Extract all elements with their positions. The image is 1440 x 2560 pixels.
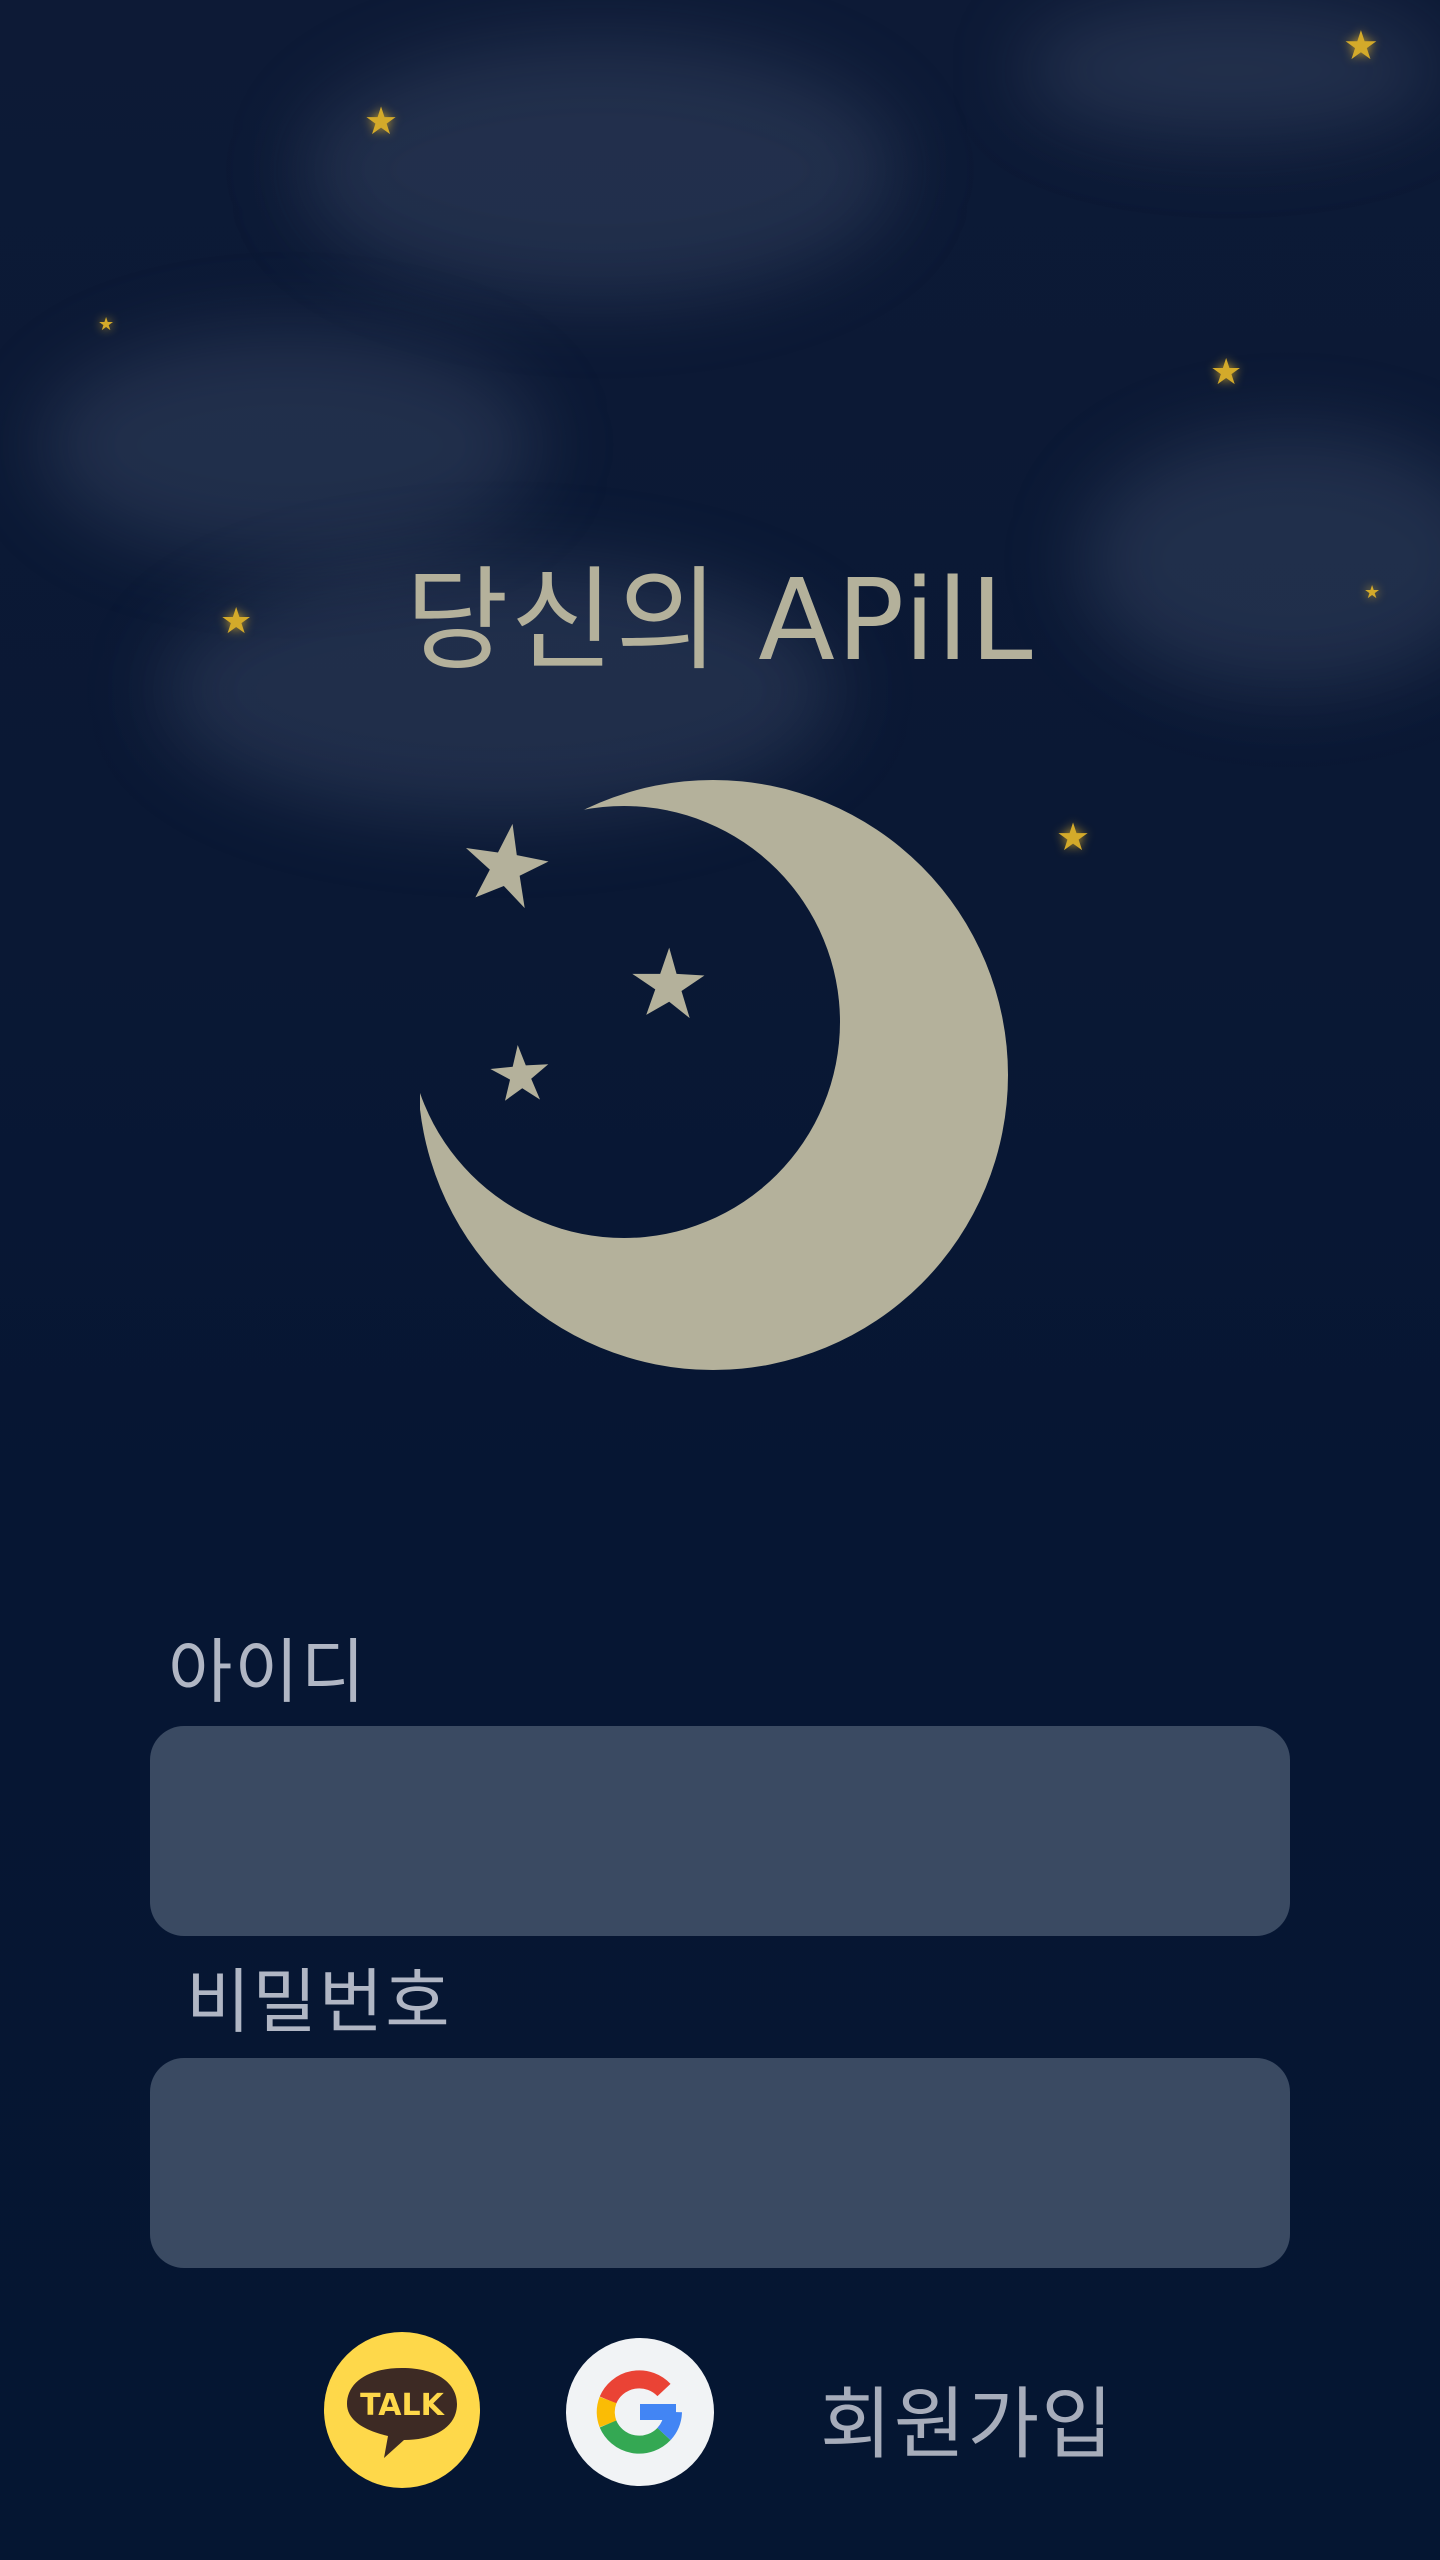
- cloud: [40, 330, 540, 560]
- kakao-login-button[interactable]: TALK: [324, 2332, 480, 2488]
- moon-logo-icon: [420, 780, 1008, 1370]
- signup-link[interactable]: 회원가입: [820, 2362, 1115, 2474]
- star-icon: ★: [1056, 815, 1091, 859]
- star-icon: ★: [1343, 23, 1379, 69]
- star-icon: ★: [98, 314, 115, 335]
- star-icon: ★: [364, 99, 399, 143]
- cloud: [1020, 0, 1440, 140]
- google-icon: [596, 2370, 682, 2454]
- id-label: 아이디: [168, 1631, 368, 1713]
- cloud: [300, 40, 900, 300]
- id-input[interactable]: [150, 1726, 1290, 1936]
- google-login-button[interactable]: [566, 2338, 714, 2486]
- app-title: 당신의 APilL: [405, 556, 1035, 686]
- kakaotalk-icon: TALK: [347, 2368, 457, 2458]
- password-label: 비밀번호: [186, 1961, 452, 2043]
- password-input[interactable]: [150, 2058, 1290, 2268]
- kakao-talk-text: TALK: [360, 2388, 445, 2423]
- star-icon: ★: [1210, 352, 1243, 393]
